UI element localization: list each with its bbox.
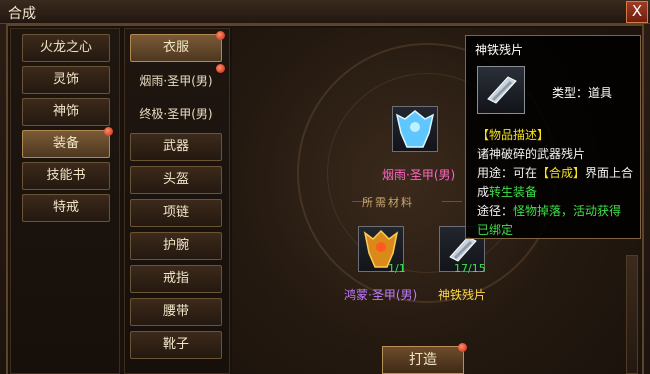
notification-dot (104, 127, 113, 136)
source-green: 怪物掉落，活动获得 (513, 204, 622, 218)
subcategory-item-label: 项链 (162, 205, 189, 220)
usage-highlight: 【合成】 (537, 166, 586, 180)
subcategory-item[interactable]: 戒指 (130, 265, 222, 293)
material-1-name: 鸿蒙·圣甲(男) (344, 288, 418, 302)
tooltip-source-line: 途径：怪物掉落，活动获得 (477, 202, 621, 219)
divider-right (442, 201, 462, 202)
subcategory-item-label: 腰带 (162, 304, 189, 319)
armor-icon (395, 110, 435, 148)
subcategory-item[interactable]: 靴子 (130, 331, 222, 359)
usage-line2-prefix: 成 (477, 185, 490, 199)
tooltip-title: 神铁残片 (475, 43, 524, 57)
category-item-label: 技能书 (46, 168, 86, 183)
category-item[interactable]: 灵饰 (22, 66, 110, 94)
crafting-window: 合成 X 火龙之心灵饰神饰装备技能书特戒 衣服烟雨·圣甲(男) 终极·圣甲(男) 武… (0, 0, 650, 374)
subcategory-item[interactable]: 项链 (130, 199, 222, 227)
tooltip-bound: 已绑定 (477, 223, 514, 237)
subcategory-item[interactable]: 终极·圣甲(男) (130, 100, 222, 128)
materials-title: 所需材料 (362, 196, 414, 209)
target-item-name: 烟雨·圣甲(男) (382, 168, 456, 182)
subcategory-item-label: 头盔 (162, 172, 189, 187)
category-item[interactable]: 装备 (22, 127, 113, 158)
tooltip-desc-header: 【物品描述】 (477, 128, 550, 142)
subcategory-item[interactable]: 头盔 (130, 166, 222, 194)
craft-button-label: 打造 (409, 352, 437, 368)
category-item-label: 装备 (52, 136, 79, 151)
material-2-count: 17/15 (454, 262, 486, 275)
notification-dot (458, 343, 467, 352)
category-item[interactable]: 特戒 (22, 194, 110, 222)
subcategory-item-label: 戒指 (162, 271, 189, 286)
iron-fragment-icon (487, 76, 517, 104)
subcategory-item[interactable]: 护腕 (130, 232, 222, 260)
category-item-label: 火龙之心 (39, 40, 92, 55)
usage-suffix: 界面上合 (585, 166, 634, 180)
item-tooltip: 神铁残片 类型：道具 【物品描述】 诸神破碎的武器残片 用途：可在【合成】界面上… (465, 35, 641, 239)
subcategory-item-label: 衣服 (162, 40, 189, 55)
notification-dot (216, 31, 225, 40)
tooltip-type: 类型：道具 (552, 86, 613, 100)
material-1-count: 1/1 (388, 262, 406, 275)
category-item[interactable]: 神饰 (22, 98, 110, 126)
side-scroll-decoration (626, 255, 638, 374)
craft-button[interactable]: 打造 (382, 343, 467, 374)
category-item-label: 灵饰 (52, 72, 79, 87)
material-2-name: 神铁残片 (438, 288, 487, 302)
tooltip-usage-line: 用途：可在【合成】界面上合 (477, 164, 633, 181)
subcategory-item[interactable]: 衣服 (130, 31, 225, 62)
category-item-label: 特戒 (52, 200, 79, 215)
subcategory-item-label: 护腕 (162, 238, 189, 253)
category-item[interactable]: 技能书 (22, 162, 110, 190)
tooltip-desc-1: 诸神破碎的武器残片 (477, 147, 586, 161)
window-title: 合成 (8, 6, 36, 22)
subcategory-item[interactable]: 腰带 (130, 298, 222, 326)
tooltip-usage-line-2: 成转生装备 (477, 183, 537, 200)
subcategory-item[interactable]: 烟雨·圣甲(男) (130, 64, 225, 95)
source-prefix: 途径： (477, 204, 514, 218)
subcategory-item-label: 武器 (162, 139, 189, 154)
usage-line2-green: 转生装备 (489, 185, 538, 199)
category-item-label: 神饰 (52, 104, 79, 119)
category-item[interactable]: 火龙之心 (22, 34, 110, 62)
title-bar: 合成 X (0, 0, 650, 24)
notification-dot (216, 64, 225, 73)
tooltip-item-icon (477, 66, 525, 114)
subcategory-item-label: 靴子 (162, 337, 189, 352)
usage-prefix: 用途：可在 (477, 166, 538, 180)
target-item-slot[interactable] (392, 106, 438, 152)
subcategory-item[interactable]: 武器 (130, 133, 222, 161)
subcategory-item-label: 终极·圣甲(男) (139, 107, 213, 121)
close-button[interactable]: X (626, 1, 648, 23)
subcategory-item-label: 烟雨·圣甲(男) (139, 74, 213, 88)
